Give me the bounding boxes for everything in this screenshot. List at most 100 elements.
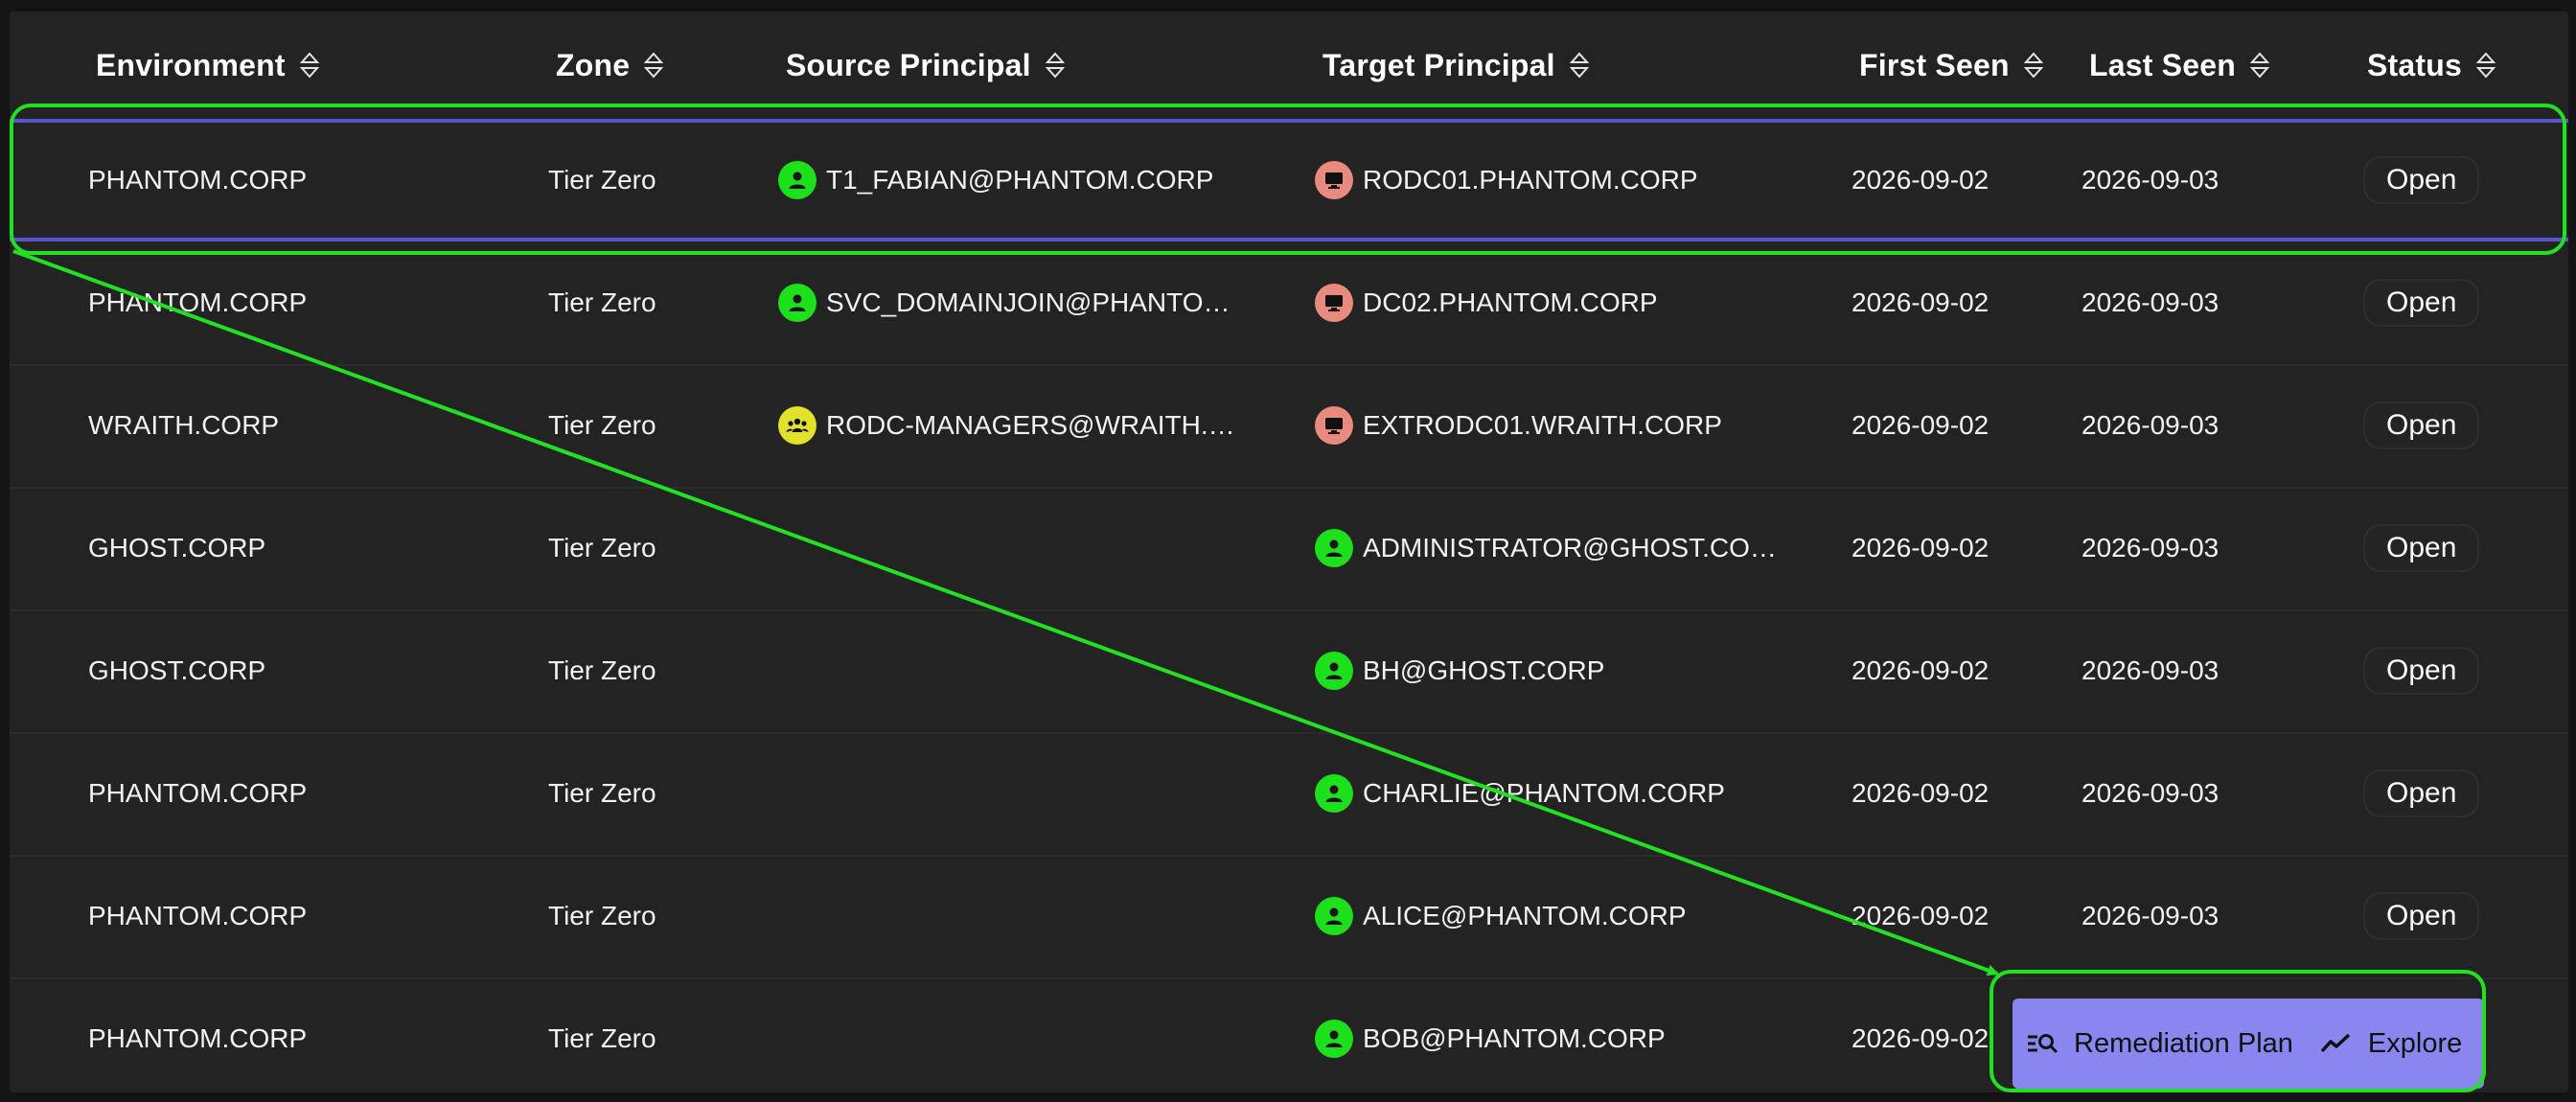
column-header-label: Zone xyxy=(556,47,631,82)
environment-text: GHOST.CORP xyxy=(88,533,266,562)
last-seen-text: 2026-09-03 xyxy=(2082,778,2220,808)
principal-link[interactable]: BH@GHOST.CORP xyxy=(1315,652,1604,690)
table-header: Environment Zone Source Principal Target… xyxy=(10,11,2568,119)
user-icon xyxy=(778,161,816,199)
cell-target: ADMINISTRATOR@GHOST.CORP xyxy=(1315,487,1784,609)
principal-name: RODC-MANAGERS@WRAITH.CO... xyxy=(826,410,1248,440)
cell-last-seen: 2026-09-03 xyxy=(2082,487,2219,609)
cell-last-seen: 2026-09-03 xyxy=(2082,732,2219,855)
table-row[interactable]: PHANTOM.CORP Tier Zero SVC_DOMAINJOIN@PHAN… xyxy=(10,241,2568,366)
principal-link[interactable]: DC02.PHANTOM.CORP xyxy=(1315,284,1658,322)
environment-text: PHANTOM.CORP xyxy=(88,1023,308,1053)
cell-status: Open xyxy=(2363,364,2480,487)
cell-target: ALICE@PHANTOM.CORP xyxy=(1315,855,1687,977)
first-seen-text: 2026-09-02 xyxy=(1852,778,1990,808)
cell-status: Open xyxy=(2363,487,2480,609)
table-row[interactable]: GHOST.CORP Tier Zero ADMINISTRATOR@GHOST.C… xyxy=(10,487,2568,611)
principal-link[interactable]: ADMINISTRATOR@GHOST.CORP xyxy=(1315,529,1784,567)
principal-name: DC02.PHANTOM.CORP xyxy=(1363,287,1658,317)
status-badge: Open xyxy=(2363,279,2480,327)
status-badge: Open xyxy=(2363,402,2480,449)
status-badge: Open xyxy=(2363,156,2480,204)
cell-first-seen: 2026-09-02 xyxy=(1852,123,1989,238)
column-header-source-principal[interactable]: Source Principal xyxy=(786,11,1066,119)
user-icon xyxy=(1315,774,1353,813)
cell-status: Open xyxy=(2363,123,2480,238)
sort-icon xyxy=(644,52,664,79)
cell-environment: GHOST.CORP xyxy=(88,609,265,732)
cell-first-seen: 2026-09-02 xyxy=(1852,609,1989,732)
zone-text: Tier Zero xyxy=(548,778,656,808)
table-row[interactable]: WRAITH.CORP Tier Zero RODC-MANAGERS@WRAITH… xyxy=(10,364,2568,489)
principal-link[interactable]: RODC01.PHANTOM.CORP xyxy=(1315,161,1698,199)
last-seen-text: 2026-09-03 xyxy=(2082,165,2220,195)
cell-first-seen: 2026-09-02 xyxy=(1852,855,1989,977)
cell-first-seen: 2026-09-02 xyxy=(1852,364,1989,487)
cell-target: BH@GHOST.CORP xyxy=(1315,609,1604,732)
user-icon xyxy=(1315,897,1353,935)
column-header-first-seen[interactable]: First Seen xyxy=(1859,11,2044,119)
user-icon xyxy=(1315,652,1353,690)
column-header-status[interactable]: Status xyxy=(2367,11,2496,119)
column-header-environment[interactable]: Environment xyxy=(96,11,320,119)
cell-zone: Tier Zero xyxy=(548,123,656,238)
column-header-zone[interactable]: Zone xyxy=(556,11,664,119)
cell-target: EXTRODC01.WRAITH.CORP xyxy=(1315,364,1722,487)
cell-first-seen: 2026-09-02 xyxy=(1852,241,1989,364)
environment-text: PHANTOM.CORP xyxy=(88,901,308,930)
principal-name: T1_FABIAN@PHANTOM.CORP xyxy=(826,165,1214,195)
zone-text: Tier Zero xyxy=(548,655,656,685)
principal-link[interactable]: EXTRODC01.WRAITH.CORP xyxy=(1315,406,1722,445)
table-row[interactable]: GHOST.CORP Tier Zero BH@GHOST.CORP 2026-09-… xyxy=(10,609,2568,734)
column-header-label: Status xyxy=(2367,47,2462,82)
cell-zone: Tier Zero xyxy=(548,487,656,609)
cell-status: Open xyxy=(2363,732,2480,855)
cell-last-seen: 2026-09-03 xyxy=(2082,609,2219,732)
user-icon xyxy=(1315,529,1353,567)
cell-source: RODC-MANAGERS@WRAITH.CO... xyxy=(778,364,1248,487)
table-row[interactable]: PHANTOM.CORP Tier Zero CHARLIE@PHANTOM.COR… xyxy=(10,732,2568,857)
cell-target: DC02.PHANTOM.CORP xyxy=(1315,241,1658,364)
user-icon xyxy=(778,284,816,322)
findings-table: Environment Zone Source Principal Target… xyxy=(10,11,2568,1092)
sort-icon xyxy=(1045,52,1065,79)
first-seen-text: 2026-09-02 xyxy=(1852,287,1990,317)
table-row[interactable]: PHANTOM.CORP Tier Zero ALICE@PHANTOM.CORP 2… xyxy=(10,855,2568,979)
cell-zone: Tier Zero xyxy=(548,609,656,732)
cell-source: T1_FABIAN@PHANTOM.CORP xyxy=(778,123,1213,238)
principal-link[interactable]: RODC-MANAGERS@WRAITH.CO... xyxy=(778,406,1248,445)
remediation-plan-button[interactable]: Remediation Plan xyxy=(2012,999,2307,1089)
remediation-plan-label: Remediation Plan xyxy=(2074,1027,2293,1059)
column-header-last-seen[interactable]: Last Seen xyxy=(2089,11,2270,119)
last-seen-text: 2026-09-03 xyxy=(2082,655,2220,685)
principal-name: ALICE@PHANTOM.CORP xyxy=(1363,901,1687,930)
column-header-label: First Seen xyxy=(1859,47,2010,82)
cell-last-seen: 2026-09-03 xyxy=(2082,123,2219,238)
cell-environment: GHOST.CORP xyxy=(88,487,265,609)
cell-environment: PHANTOM.CORP xyxy=(88,732,307,855)
principal-name: RODC01.PHANTOM.CORP xyxy=(1363,165,1698,195)
last-seen-text: 2026-09-03 xyxy=(2082,533,2220,562)
computer-icon xyxy=(1315,406,1353,445)
cell-zone: Tier Zero xyxy=(548,241,656,364)
principal-link[interactable]: ALICE@PHANTOM.CORP xyxy=(1315,897,1687,935)
first-seen-text: 2026-09-02 xyxy=(1852,410,1990,440)
zone-text: Tier Zero xyxy=(548,287,656,317)
first-seen-text: 2026-09-02 xyxy=(1852,655,1990,685)
column-header-target-principal[interactable]: Target Principal xyxy=(1322,11,1590,119)
cell-first-seen: 2026-09-02 xyxy=(1852,487,1989,609)
principal-link[interactable]: SVC_DOMAINJOIN@PHANTOM.... xyxy=(778,284,1248,322)
environment-text: GHOST.CORP xyxy=(88,655,266,685)
principal-link[interactable]: BOB@PHANTOM.CORP xyxy=(1315,1020,1666,1058)
environment-text: PHANTOM.CORP xyxy=(88,287,308,317)
principal-name: ADMINISTRATOR@GHOST.CORP xyxy=(1363,533,1784,562)
computer-icon xyxy=(1315,161,1353,199)
explore-button[interactable]: Explore xyxy=(2307,999,2475,1089)
sort-icon xyxy=(1569,52,1589,79)
explore-label: Explore xyxy=(2367,1027,2463,1059)
table-row[interactable]: PHANTOM.CORP Tier Zero T1_FABIAN@PHANTOM.C… xyxy=(10,119,2568,241)
principal-link[interactable]: CHARLIE@PHANTOM.CORP xyxy=(1315,774,1725,813)
status-badge: Open xyxy=(2363,892,2480,940)
zone-text: Tier Zero xyxy=(548,410,656,440)
principal-link[interactable]: T1_FABIAN@PHANTOM.CORP xyxy=(778,161,1213,199)
